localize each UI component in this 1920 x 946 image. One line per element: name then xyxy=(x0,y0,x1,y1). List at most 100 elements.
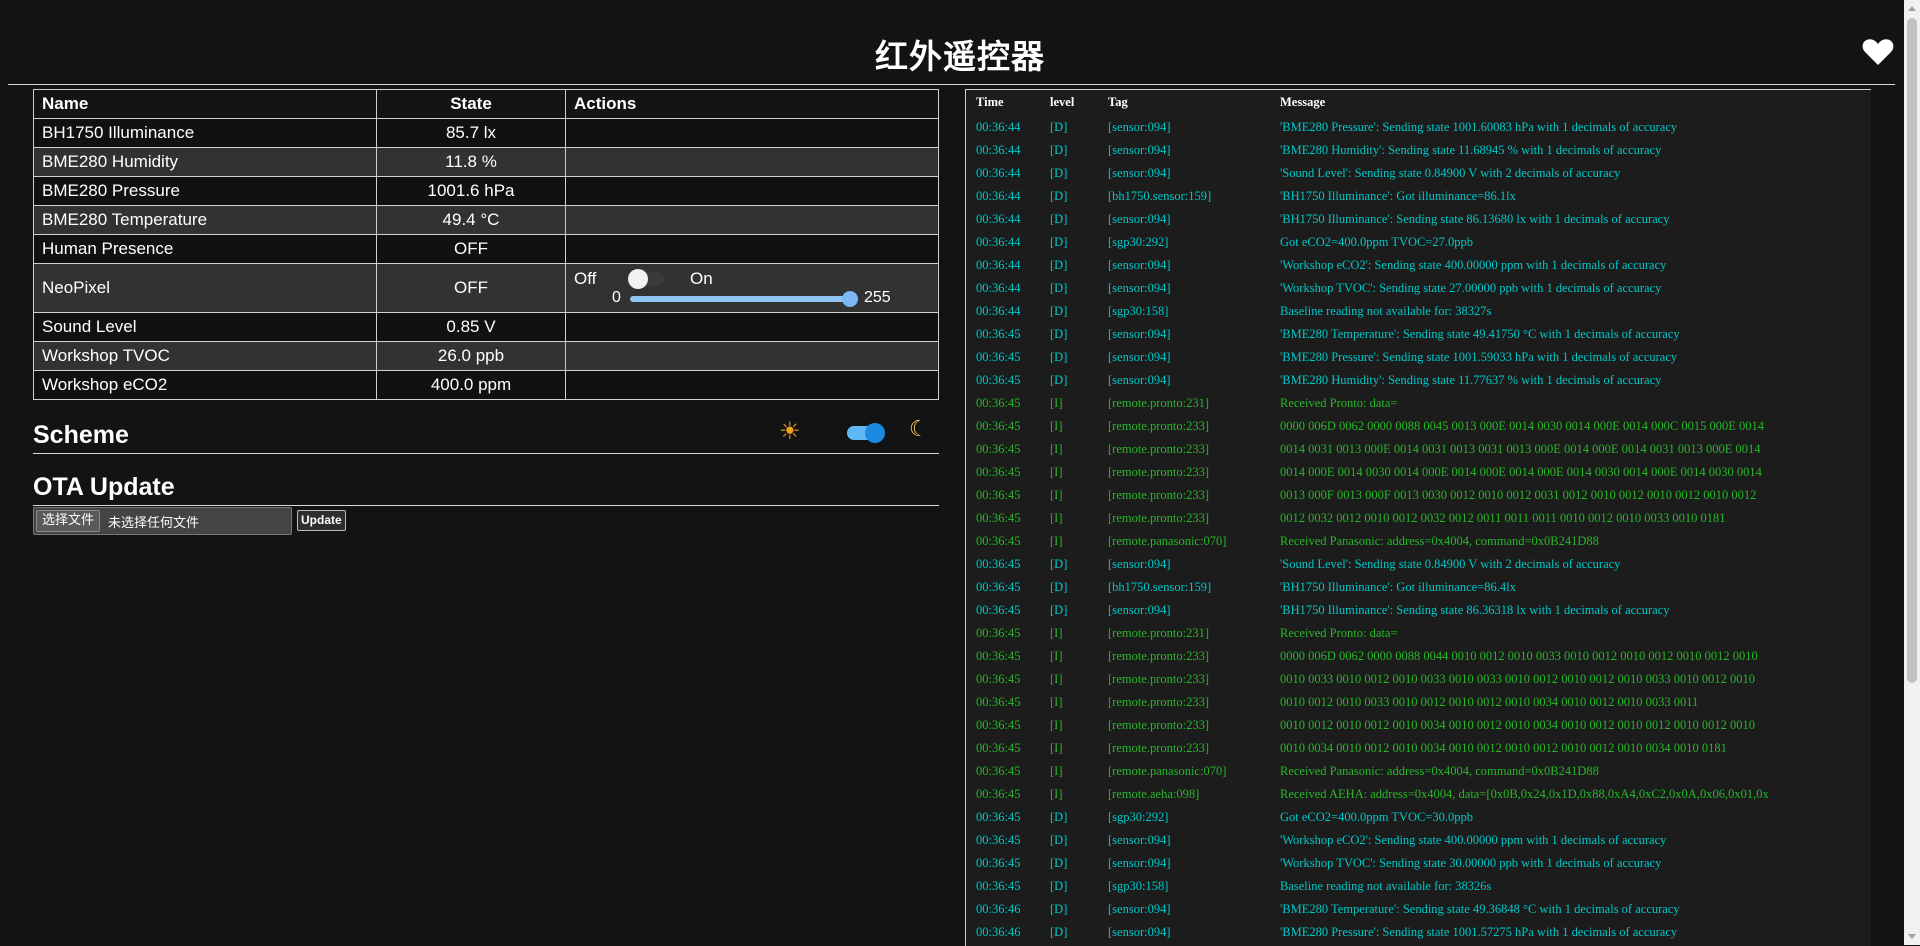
table-header-row: Name State Actions xyxy=(33,89,939,119)
log-row: 00:36:45 [I] [remote.pronto:233] 0010 0033 … xyxy=(966,667,1871,690)
table-row: Workshop TVOC 26.0 ppb xyxy=(33,341,939,371)
entity-name: Workshop TVOC xyxy=(33,341,377,371)
switch-on-label: On xyxy=(690,269,713,288)
log-tag: [remote.pronto:233] xyxy=(1108,488,1210,502)
log-message: 0014 000E 0014 0030 0014 000E 0014 000E … xyxy=(1280,465,1762,479)
log-tag: [sensor:094] xyxy=(1108,212,1171,226)
table-row: BME280 Humidity 11.8 % xyxy=(33,147,939,177)
page-title: 红外遥控器 xyxy=(875,37,1045,76)
log-level: [D] xyxy=(1050,212,1068,226)
log-time: 00:36:45 xyxy=(976,373,1021,387)
log-level: [D] xyxy=(1050,235,1068,249)
moon-icon: ☾ xyxy=(909,417,929,442)
log-level: [D] xyxy=(1050,603,1068,617)
log-tag: [sensor:094] xyxy=(1108,557,1171,571)
scroll-down-arrow-icon[interactable] xyxy=(1908,934,1916,939)
log-row: 00:36:45 [I] [remote.pronto:233] 0000 006D … xyxy=(966,644,1871,667)
table-row: Human Presence OFF xyxy=(33,234,939,264)
log-row: 00:36:44 [D] [sensor:094] 'Sound Level': Se… xyxy=(966,161,1871,184)
log-tag: [sensor:094] xyxy=(1108,603,1171,617)
log-level: [I] xyxy=(1050,649,1063,663)
log-level: [D] xyxy=(1050,856,1068,870)
log-row: 00:36:45 [I] [remote.pronto:233] 0012 0032 … xyxy=(966,506,1871,529)
log-level: [I] xyxy=(1050,695,1063,709)
log-time: 00:36:44 xyxy=(976,304,1021,318)
page-scrollbar[interactable] xyxy=(1904,0,1920,945)
log-row: 00:36:45 [I] [remote.pronto:231] Received P… xyxy=(966,391,1871,414)
log-tag: [sgp30:292] xyxy=(1108,810,1169,824)
neopixel-toggle[interactable] xyxy=(628,269,664,289)
entity-state: OFF xyxy=(376,263,566,313)
log-tag: [remote.pronto:233] xyxy=(1108,511,1210,525)
scrollbar-thumb[interactable] xyxy=(1907,18,1917,683)
entity-state: 0.85 V xyxy=(376,312,566,342)
entity-name: Workshop eCO2 xyxy=(33,370,377,400)
scroll-up-arrow-icon[interactable] xyxy=(1908,6,1916,11)
log-row: 00:36:44 [D] [sensor:094] 'BME280 Humidity'… xyxy=(966,138,1871,161)
log-row: 00:36:45 [D] [sensor:094] 'Workshop TVOC': … xyxy=(966,851,1871,874)
brightness-slider[interactable] xyxy=(630,291,858,307)
log-level: [D] xyxy=(1050,143,1068,157)
log-panel[interactable]: Time level Tag Message 00:36:44 [D] [senso… xyxy=(965,89,1871,946)
log-tag: [sensor:094] xyxy=(1108,856,1171,870)
entity-actions: Off On 0 255 xyxy=(565,263,939,313)
log-level: [I] xyxy=(1050,511,1063,525)
log-message: 0014 0031 0013 000E 0014 0031 0013 0031 … xyxy=(1280,442,1761,456)
log-tag: [sensor:094] xyxy=(1108,258,1171,272)
slider-thumb[interactable] xyxy=(842,291,858,307)
log-tag: [remote.pronto:233] xyxy=(1108,718,1210,732)
entity-state: 26.0 ppb xyxy=(376,341,566,371)
log-time: 00:36:45 xyxy=(976,649,1021,663)
log-level: [D] xyxy=(1050,557,1068,571)
log-column-tag: Tag xyxy=(1108,95,1128,109)
entity-actions xyxy=(565,205,939,235)
log-level: [D] xyxy=(1050,327,1068,341)
log-row: 00:36:45 [D] [sgp30:158] Baseline reading n… xyxy=(966,874,1871,897)
choose-file-button[interactable]: 选择文件 xyxy=(36,510,101,532)
log-row: 00:36:46 [D] [sensor:094] 'BME280 Temperatu… xyxy=(966,897,1871,920)
entity-state: OFF xyxy=(376,234,566,264)
log-tag: [sensor:094] xyxy=(1108,925,1171,939)
log-row: 00:36:44 [D] [sensor:094] 'Workshop TVOC': … xyxy=(966,276,1871,299)
log-time: 00:36:44 xyxy=(976,235,1021,249)
log-level: [D] xyxy=(1050,258,1068,272)
log-message: 'Sound Level': Sending state 0.84900 V w… xyxy=(1280,166,1621,180)
log-row: 00:36:45 [I] [remote.pronto:231] Received P… xyxy=(966,621,1871,644)
log-tag: [remote.pronto:231] xyxy=(1108,626,1210,640)
entity-state: 400.0 ppm xyxy=(376,370,566,400)
column-header-actions: Actions xyxy=(565,89,939,119)
log-time: 00:36:45 xyxy=(976,718,1021,732)
log-time: 00:36:45 xyxy=(976,787,1021,801)
log-time: 00:36:44 xyxy=(976,212,1021,226)
log-message: 'BME280 Pressure': Sending state 1001.59… xyxy=(1280,350,1678,364)
log-tag: [sensor:094] xyxy=(1108,327,1171,341)
brightness-max-label: 255 xyxy=(864,289,891,306)
theme-toggle[interactable] xyxy=(847,423,885,443)
log-level: [I] xyxy=(1050,534,1063,548)
table-row: NeoPixel OFF Off On 0 255 xyxy=(33,263,939,313)
log-row: 00:36:46 [D] [sensor:094] 'BME280 Pressure'… xyxy=(966,920,1871,943)
log-level: [I] xyxy=(1050,442,1063,456)
log-column-time: Time xyxy=(976,95,1004,109)
scheme-section: Scheme ☀ ☾ xyxy=(33,417,939,454)
log-message: Received Panasonic: address=0x4004, comm… xyxy=(1280,534,1599,548)
log-message: 'BME280 Pressure': Sending state 1001.60… xyxy=(1280,120,1678,134)
entity-actions xyxy=(565,370,939,400)
log-row: 00:36:45 [I] [remote.pronto:233] 0013 000F … xyxy=(966,483,1871,506)
entity-name: BH1750 Illuminance xyxy=(33,118,377,148)
log-message: 0000 006D 0062 0000 0088 0045 0013 000E … xyxy=(1280,419,1765,433)
update-button[interactable]: Update xyxy=(297,510,346,531)
log-row: 00:36:45 [I] [remote.aeha:098] Received AEH… xyxy=(966,782,1871,805)
log-tag: [remote.pronto:233] xyxy=(1108,649,1210,663)
log-time: 00:36:46 xyxy=(976,902,1021,916)
log-time: 00:36:45 xyxy=(976,879,1021,893)
log-time: 00:36:44 xyxy=(976,281,1021,295)
log-time: 00:36:45 xyxy=(976,442,1021,456)
file-input[interactable]: 选择文件 未选择任何文件 xyxy=(33,507,292,535)
log-message: 'Sound Level': Sending state 0.84900 V w… xyxy=(1280,557,1621,571)
log-time: 00:36:45 xyxy=(976,580,1021,594)
log-time: 00:36:45 xyxy=(976,833,1021,847)
heart-icon[interactable] xyxy=(1862,38,1894,66)
entity-name: BME280 Temperature xyxy=(33,205,377,235)
log-time: 00:36:45 xyxy=(976,856,1021,870)
